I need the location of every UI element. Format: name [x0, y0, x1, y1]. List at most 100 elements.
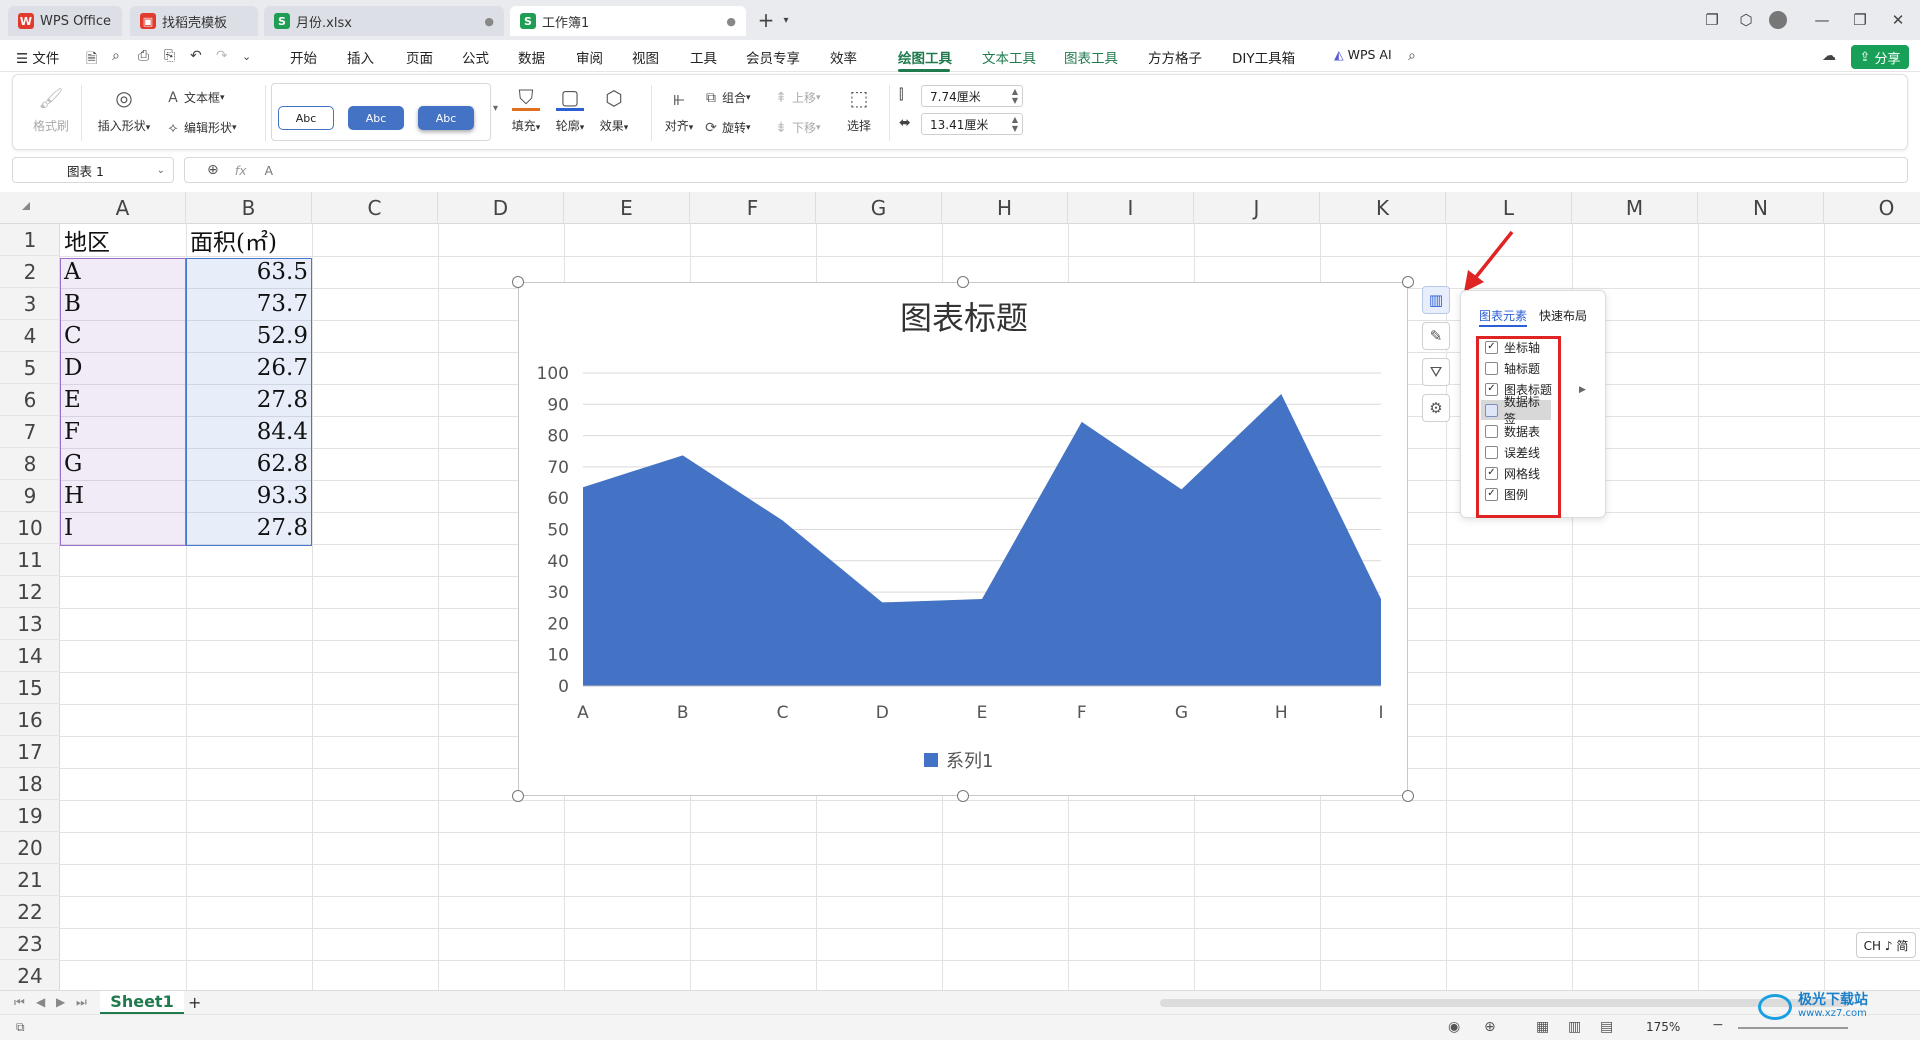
width-input[interactable]: 13.41厘米 ▲ ▼: [921, 113, 1023, 135]
next-sheet-icon[interactable]: ▶: [56, 995, 65, 1009]
menu-tools[interactable]: 工具: [690, 47, 717, 67]
align-button[interactable]: ⫦ 对齐▾: [657, 85, 701, 134]
zoom-search-icon[interactable]: ⊕: [207, 162, 219, 178]
add-sheet-button[interactable]: +: [188, 993, 201, 1012]
cell-region[interactable]: C: [60, 320, 186, 352]
submenu-arrow-icon[interactable]: ▶: [1579, 385, 1586, 395]
style-fill[interactable]: Abc: [348, 106, 404, 130]
macro-icon[interactable]: ⧉: [16, 1020, 25, 1035]
resize-handle[interactable]: [1402, 790, 1414, 802]
resize-handle[interactable]: [957, 276, 969, 288]
row-header-cell[interactable]: 15: [0, 672, 60, 704]
chevron-down-icon[interactable]: ⌄: [157, 165, 165, 176]
cube-icon[interactable]: ⬡: [1736, 10, 1756, 30]
row-header-cell[interactable]: 22: [0, 896, 60, 928]
chevron-down-icon[interactable]: ⌄: [242, 50, 251, 63]
column-header-cell[interactable]: O: [1824, 192, 1920, 224]
column-header-cell[interactable]: H: [942, 192, 1068, 224]
cell-region[interactable]: A: [60, 256, 186, 288]
row-header-cell[interactable]: 2: [0, 256, 60, 288]
menu-efficiency[interactable]: 效率: [830, 47, 857, 67]
save-icon[interactable]: 🗎: [86, 48, 97, 72]
menu-start[interactable]: 开始: [290, 47, 317, 67]
menu-insert[interactable]: 插入: [347, 47, 374, 67]
tab-wps-office[interactable]: W WPS Office: [8, 6, 122, 36]
column-header-cell[interactable]: J: [1194, 192, 1320, 224]
chart-filter-button[interactable]: ⛛: [1422, 358, 1450, 386]
row-header-cell[interactable]: 21: [0, 864, 60, 896]
sheet-tab-sheet1[interactable]: Sheet1: [100, 991, 184, 1015]
row-header-cell[interactable]: 9: [0, 480, 60, 512]
tab-workbook1[interactable]: S 工作簿1 ●: [510, 6, 746, 36]
outline-button[interactable]: ▢ 轮廓▾: [549, 85, 591, 134]
cell-region[interactable]: G: [60, 448, 186, 480]
row-header-cell[interactable]: 5: [0, 352, 60, 384]
cell-region[interactable]: B: [60, 288, 186, 320]
prev-sheet-icon[interactable]: ◀: [36, 995, 45, 1009]
file-menu[interactable]: ☰ 文件: [16, 47, 59, 67]
menu-formula[interactable]: 公式: [462, 47, 489, 67]
cell-area[interactable]: 27.8: [186, 512, 312, 544]
eye-protect-icon[interactable]: ◉: [1448, 1019, 1460, 1035]
format-painter-button[interactable]: 🖌 格式刷: [29, 85, 73, 134]
row-header-cell[interactable]: 10: [0, 512, 60, 544]
row-header-cell[interactable]: 11: [0, 544, 60, 576]
menu-member[interactable]: 会员专享: [746, 47, 800, 67]
column-header-cell[interactable]: K: [1320, 192, 1446, 224]
resize-handle[interactable]: [512, 276, 524, 288]
style-outline[interactable]: Abc: [278, 106, 334, 130]
cell-area[interactable]: 73.7: [186, 288, 312, 320]
row-header-cell[interactable]: 7: [0, 416, 60, 448]
column-header-cell[interactable]: F: [690, 192, 816, 224]
chevron-down-icon[interactable]: ▾: [776, 10, 796, 30]
menu-fangfang[interactable]: 方方格子: [1148, 47, 1202, 67]
fill-button[interactable]: ⛉ 填充▾: [505, 85, 547, 134]
last-sheet-icon[interactable]: ⏭: [76, 995, 87, 1010]
column-header-cell[interactable]: C: [312, 192, 438, 224]
rotate-button[interactable]: ⟳ 旋转 ▾: [703, 119, 750, 136]
tab-chart-elements[interactable]: 图表元素: [1479, 307, 1527, 324]
cell-region[interactable]: D: [60, 352, 186, 384]
zoom-level[interactable]: 175%: [1646, 1020, 1680, 1034]
layout-icon[interactable]: ⊕: [1484, 1019, 1496, 1035]
height-input[interactable]: 7.74厘米 ▲ ▼: [921, 85, 1023, 107]
zoom-slider[interactable]: [1738, 1027, 1848, 1029]
column-header-cell[interactable]: L: [1446, 192, 1572, 224]
row-header-cell[interactable]: 14: [0, 640, 60, 672]
edit-shape-button[interactable]: ⟡ 编辑形状 ▾: [165, 119, 236, 136]
column-header-cell[interactable]: I: [1068, 192, 1194, 224]
menu-drawing-tools[interactable]: 绘图工具: [898, 47, 952, 67]
print-preview-icon[interactable]: ⎘: [164, 48, 175, 64]
search-doc-icon[interactable]: ⌕: [112, 48, 120, 64]
send-backward-button[interactable]: ⇟ 下移 ▾: [773, 119, 820, 136]
cell-area[interactable]: 62.8: [186, 448, 312, 480]
window-layout-icon[interactable]: ❐: [1702, 10, 1722, 30]
search-icon[interactable]: ⌕: [1408, 48, 1416, 64]
cell-region[interactable]: E: [60, 384, 186, 416]
close-icon[interactable]: ✕: [1888, 10, 1908, 30]
select-button[interactable]: ⬚ 选择: [839, 85, 879, 134]
column-header-cell[interactable]: N: [1698, 192, 1824, 224]
minimize-icon[interactable]: —: [1812, 10, 1832, 30]
width-spinner-icon[interactable]: ▲ ▼: [1012, 115, 1018, 133]
first-sheet-icon[interactable]: ⏮: [14, 995, 25, 1010]
normal-view-icon[interactable]: ▦: [1536, 1019, 1549, 1035]
resize-handle[interactable]: [957, 790, 969, 802]
redo-icon[interactable]: ↷: [216, 48, 228, 64]
share-button[interactable]: ⇪ 分享: [1851, 45, 1909, 69]
text-box-button[interactable]: A 文本框 ▾: [165, 89, 224, 106]
row-header-cell[interactable]: 23: [0, 928, 60, 960]
menu-view[interactable]: 视图: [632, 47, 659, 67]
undo-icon[interactable]: ↶: [190, 48, 202, 64]
cell-area[interactable]: 26.7: [186, 352, 312, 384]
row-header-cell[interactable]: 17: [0, 736, 60, 768]
cell-region[interactable]: H: [60, 480, 186, 512]
menu-chart-tools[interactable]: 图表工具: [1064, 47, 1118, 67]
menu-page[interactable]: 页面: [406, 47, 433, 67]
name-box[interactable]: 图表 1 ⌄: [12, 157, 174, 183]
cell-area[interactable]: 27.8: [186, 384, 312, 416]
page-layout-view-icon[interactable]: ▥: [1568, 1019, 1581, 1035]
tab-docer[interactable]: ▣ 找稻壳模板: [130, 6, 258, 36]
tab-quick-layout[interactable]: 快速布局: [1539, 307, 1587, 324]
chart-settings-button[interactable]: ⚙: [1422, 394, 1450, 422]
